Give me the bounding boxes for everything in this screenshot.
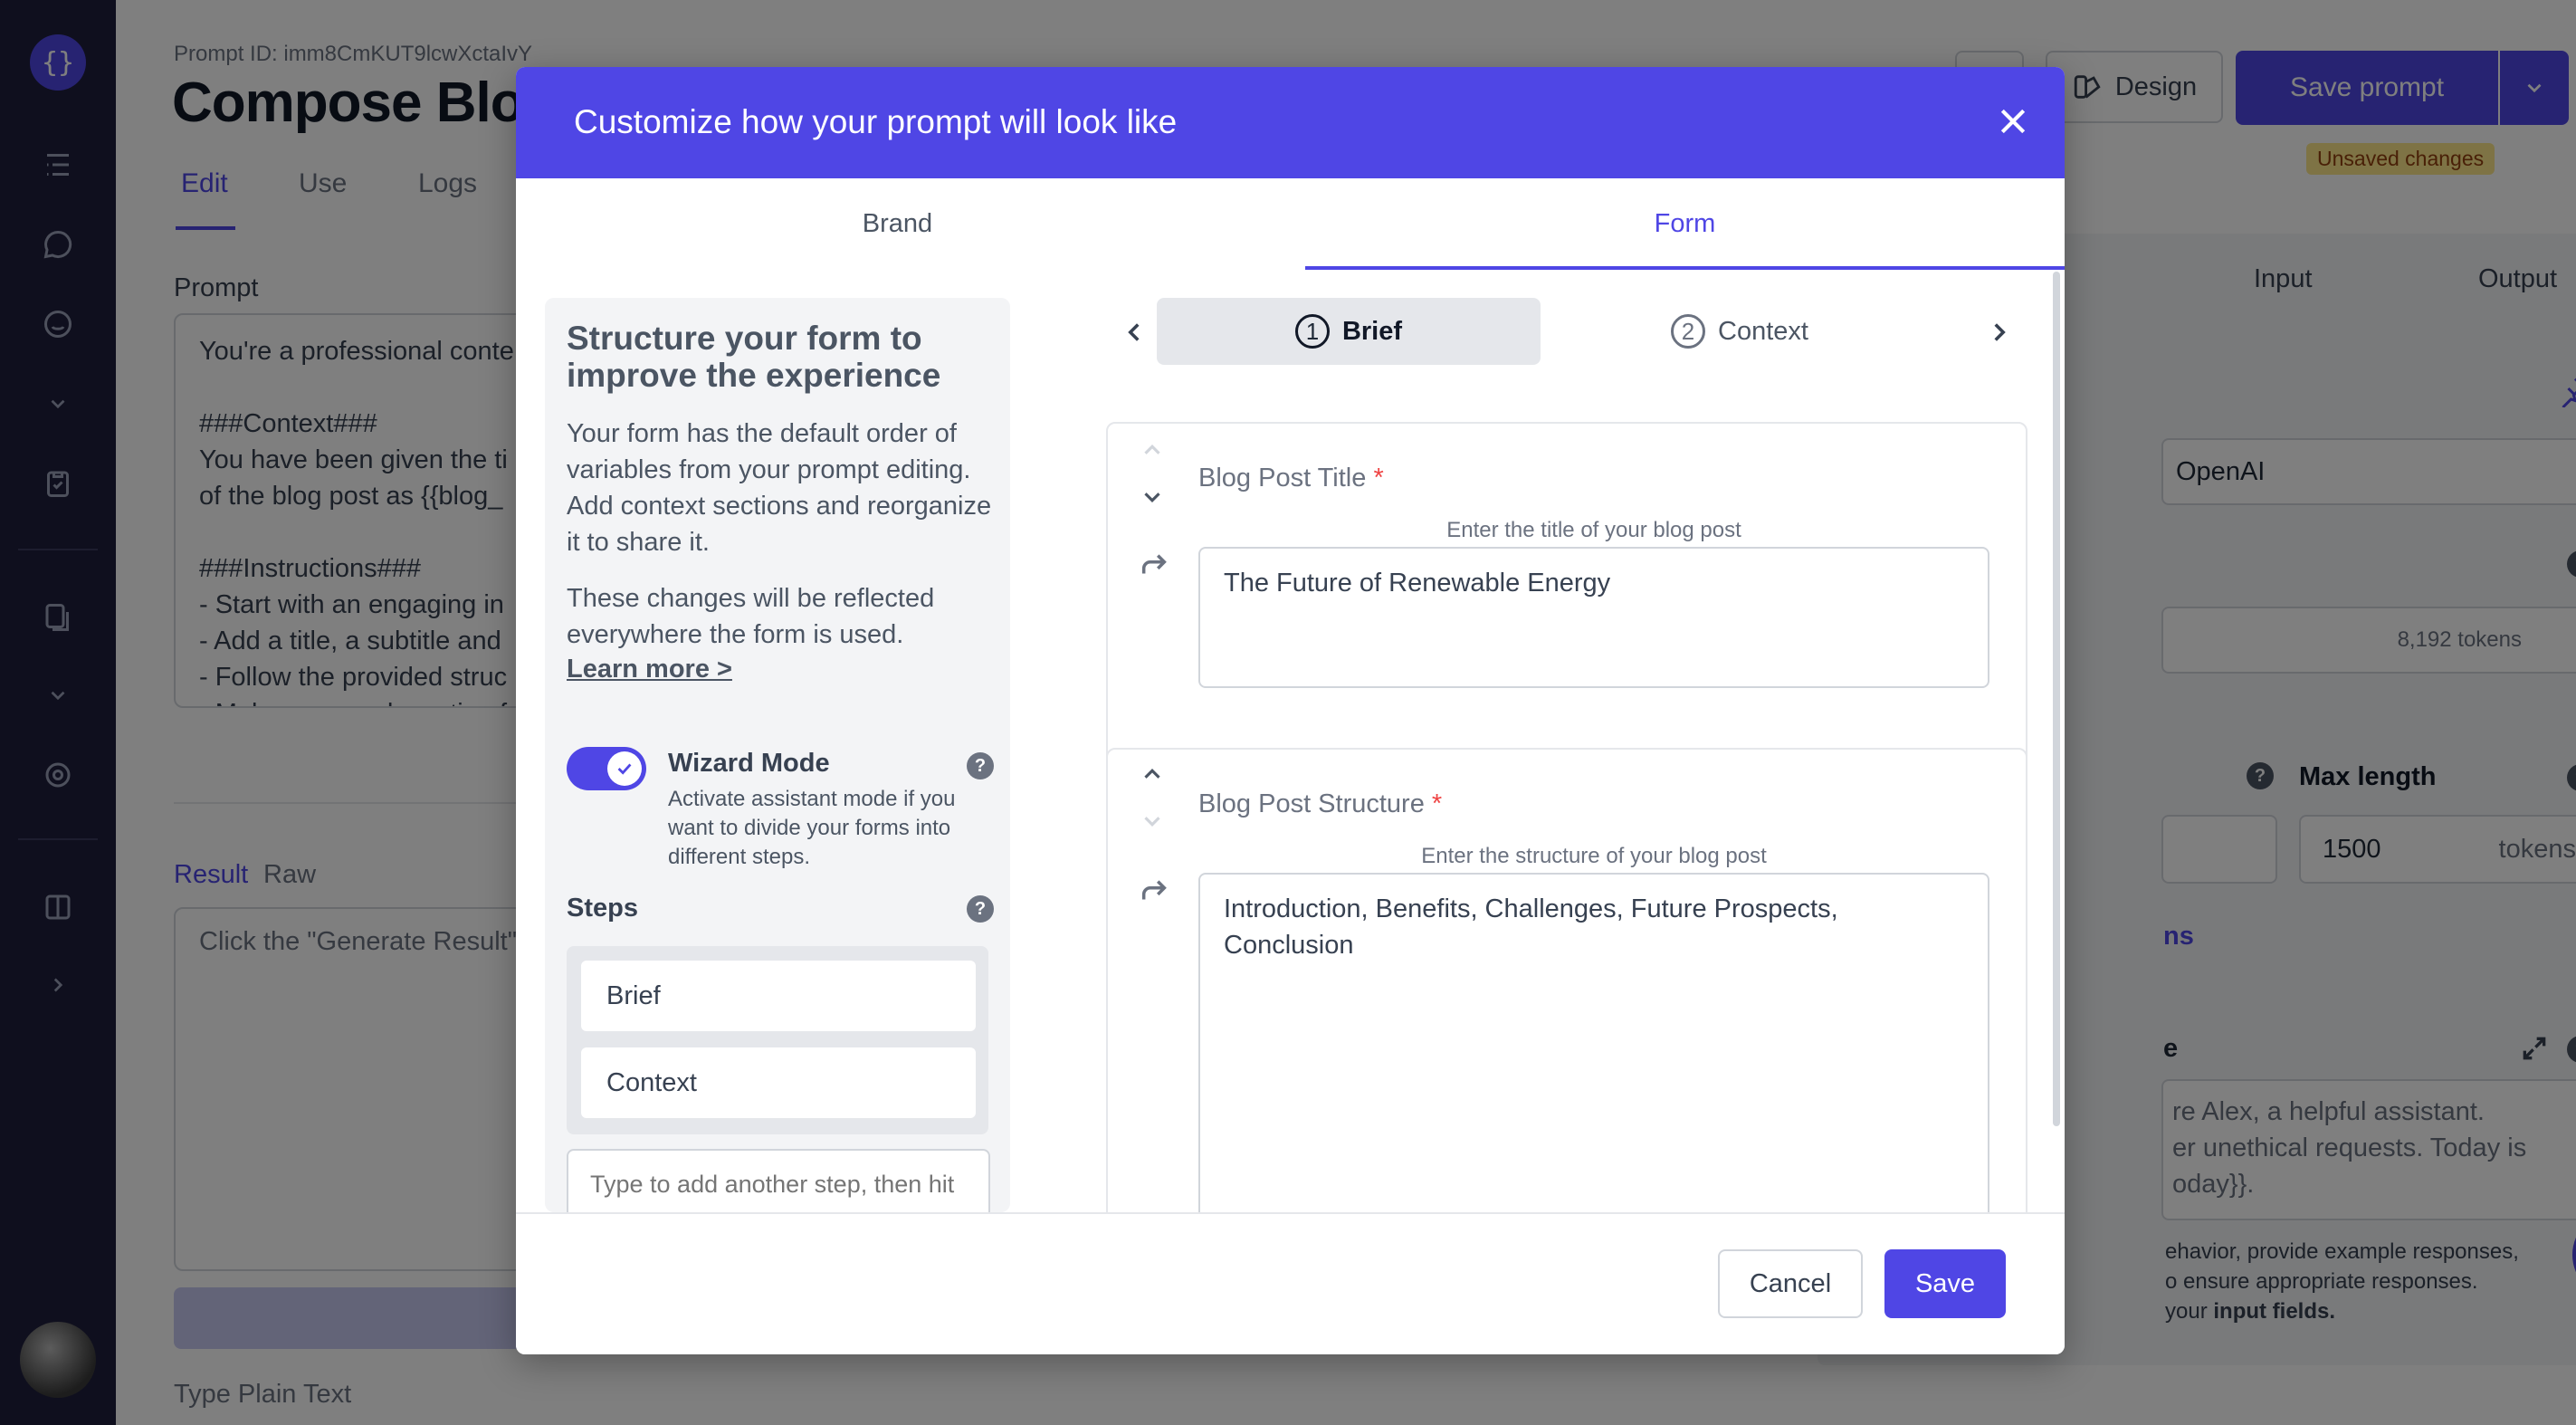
field-description: Enter the title of your blog post [1446, 518, 1741, 542]
modal-scrollbar[interactable] [2053, 272, 2060, 1126]
move-up-icon[interactable] [1139, 760, 1166, 788]
step-number-badge: 2 [1671, 314, 1706, 349]
step-item-context[interactable]: Context [581, 1047, 976, 1118]
cancel-button[interactable]: Cancel [1718, 1249, 1863, 1318]
step-item-label: Brief [606, 980, 661, 1010]
field-label-text: Blog Post Structure [1198, 789, 1425, 818]
panel-paragraph: Your form has the default order of varia… [567, 419, 992, 557]
tab-form-underline [1305, 266, 2065, 270]
stepper-next-icon[interactable] [1984, 317, 2015, 348]
move-down-icon[interactable] [1139, 483, 1166, 511]
field-card: Blog Post Title * Enter the title of you… [1106, 422, 2027, 791]
required-asterisk: * [1431, 789, 1443, 818]
stepper-step-brief[interactable]: 1 Brief [1157, 298, 1541, 365]
move-down-icon[interactable] [1139, 808, 1166, 835]
move-to-step-icon[interactable] [1139, 550, 1169, 581]
wizard-toggle[interactable] [567, 747, 646, 790]
check-icon [607, 751, 642, 786]
help-icon[interactable]: ? [967, 895, 994, 923]
field-label: Blog Post Title * [1198, 464, 1384, 493]
close-icon[interactable] [1995, 103, 2031, 139]
field-description: Enter the structure of your blog post [1421, 844, 1767, 868]
add-step-input[interactable] [567, 1149, 990, 1212]
modal-title: Customize how your prompt will look like [574, 103, 1178, 140]
wizard-label: Wizard Mode [668, 749, 830, 778]
customize-modal: Customize how your prompt will look like… [516, 67, 2065, 1354]
step-item-label: Context [606, 1067, 697, 1097]
step-label: Brief [1341, 316, 1403, 346]
required-asterisk: * [1373, 464, 1384, 493]
stepper-prev-icon[interactable] [1119, 317, 1150, 348]
panel-paragraph-2: These changes will be reflected everywhe… [567, 584, 935, 649]
step-item-brief[interactable]: Brief [581, 961, 976, 1031]
step-label: Context [1718, 316, 1808, 346]
save-button[interactable]: Save [1884, 1249, 2006, 1318]
blog-post-title-textarea[interactable]: The Future of Renewable Energy [1198, 547, 1989, 688]
stepper-step-context[interactable]: 2 Context [1548, 298, 1932, 365]
help-icon[interactable]: ? [967, 752, 994, 779]
tab-form[interactable]: Form [1305, 178, 2065, 269]
field-label: Blog Post Structure * [1198, 789, 1442, 819]
field-label-text: Blog Post Title [1198, 464, 1367, 493]
step-number-badge: 1 [1294, 314, 1330, 349]
form-structure-panel: Structure your form to improve the exper… [545, 298, 1010, 1212]
modal-header: Customize how your prompt will look like [516, 67, 2065, 178]
tab-brand[interactable]: Brand [516, 178, 1279, 269]
move-to-step-icon[interactable] [1139, 876, 1169, 907]
move-up-icon[interactable] [1139, 436, 1166, 464]
learn-more-link[interactable]: Learn more > [567, 655, 732, 684]
steps-label: Steps [567, 894, 638, 923]
wizard-description: Activate assistant mode if you want to d… [668, 787, 956, 869]
panel-heading: Structure your form to improve the exper… [567, 320, 941, 394]
